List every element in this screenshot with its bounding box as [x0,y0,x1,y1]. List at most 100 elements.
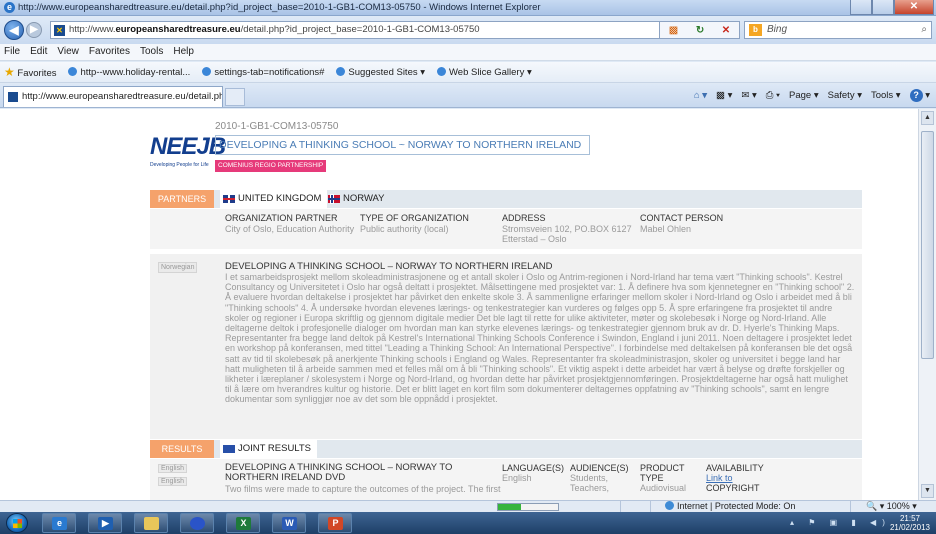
word-icon: W [282,517,297,530]
product-type-header: TYPE [640,473,664,483]
rss-feed-icon[interactable]: ▩ [669,25,678,36]
language-column: LANGUAGE(S) English [502,463,564,483]
language-badge[interactable]: English [158,464,187,473]
refresh-icon[interactable]: ↻ [696,25,704,36]
tray-icons[interactable]: ▴ ⚑ ▣ ▮ ◀) [790,518,891,527]
window-title: http://www.europeansharedtreasure.eu/det… [18,2,541,13]
start-button[interactable] [6,513,28,533]
contact-column: CONTACT PERSON Mabel Ohlen [640,213,723,234]
url-prefix: http://www. [69,24,116,35]
language-badge[interactable]: Norwegian [158,262,198,273]
window-controls: ✕ [850,0,934,15]
page-menu[interactable]: Page ▾ [789,88,819,104]
clock-date: 21/02/2013 [889,523,930,532]
clock[interactable]: 21:57 21/02/2013 [890,514,930,532]
site-favicon-icon: ✕ [54,25,65,36]
tab-joint-results[interactable]: JOINT RESULTS [220,440,318,458]
browser-tab[interactable]: http://www.europeansharedtreasure.eu/det… [3,86,223,107]
scroll-down-arrow-icon[interactable]: ▼ [921,484,934,498]
result-link[interactable]: Link to [706,473,733,483]
favorites-button[interactable]: ★ Favorites [4,65,56,79]
powerpoint-icon: P [328,517,343,530]
availability-header: AVAILABILITY [706,463,764,473]
org-value: City of Oslo, Education Authority [225,224,355,234]
zoom-control[interactable]: 🔍 ▾ 100% ▾ [866,501,917,512]
menu-file[interactable]: File [4,44,20,60]
taskbar-media-button[interactable]: ▶ [88,513,122,533]
system-tray: ▴ ⚑ ▣ ▮ ◀) 21:57 21/02/2013 [790,514,930,532]
tab-label: http://www.europeansharedtreasure.eu/det… [22,91,223,102]
close-window-button[interactable]: ✕ [894,0,934,15]
contact-value: Mabel Ohlen [640,224,692,234]
help-menu[interactable]: ? ▾ [909,88,930,104]
favorites-label: Favorites [17,68,57,79]
tab-bar: http://www.europeansharedtreasure.eu/det… [0,84,936,108]
window-title-bar: e http://www.europeansharedtreasure.eu/d… [0,0,936,16]
scroll-up-arrow-icon[interactable]: ▲ [921,111,934,125]
command-bar: ⌂ ▾ ▩ ▾ ✉ ▾ ⎙ ▾ Page ▾ Safety ▾ Tools ▾ … [694,88,930,104]
partners-label: PARTNERS [150,190,214,208]
page-icon [437,66,447,76]
back-button[interactable]: ◀ [4,20,24,40]
project-id: 2010-1-GB1-COM13-05750 [215,121,339,132]
home-icon[interactable]: ⌂ ▾ [694,88,707,104]
search-input[interactable]: b Bing ⌕ [744,21,932,39]
mail-icon[interactable]: ✉ ▾ [741,88,756,104]
taskbar-word-button[interactable]: W [272,513,306,533]
product-header: PRODUCT [640,463,685,473]
search-placeholder: Bing [767,24,788,35]
menu-favorites[interactable]: Favorites [89,44,130,60]
menu-tools[interactable]: Tools [140,44,163,60]
address-input[interactable]: ✕ http://www.europeansharedtreasure.eu/d… [50,21,660,39]
partner-info: ORGANIZATION PARTNER City of Oslo, Educa… [150,209,862,249]
taskbar-excel-button[interactable]: X [226,513,260,533]
norway-flag-icon [328,195,340,203]
page-icon [336,66,346,76]
taskbar-ie-button[interactable]: e [42,513,76,533]
address-tools: ▩ ↻ ✕ [660,21,740,39]
results-bar: RESULTS JOINT RESULTS [150,440,862,458]
favorite-link-label: settings-tab=notifications# [214,66,325,78]
taskbar-powerpoint-button[interactable]: P [318,513,352,533]
security-zone-label: Internet | Protected Mode: On [677,501,796,511]
tools-menu[interactable]: Tools ▾ [871,88,901,104]
favorite-link-holiday[interactable]: http--www.holiday-rental... [68,66,190,78]
favorite-web-slice-gallery[interactable]: Web Slice Gallery ▾ [437,66,532,78]
result-title[interactable]: DEVELOPING A THINKING SCHOOL – NORWAY TO… [225,463,485,483]
scroll-thumb[interactable] [921,131,934,359]
forward-button[interactable]: ▶ [26,22,42,38]
menu-help[interactable]: Help [173,44,194,60]
media-player-icon: ▶ [98,517,113,530]
favorite-link-settings[interactable]: settings-tab=notifications# [202,66,325,78]
bing-logo-icon: b [749,24,762,36]
availability-column: AVAILABILITY Link to COPYRIGHT [706,463,764,493]
print-icon[interactable]: ⎙ ▾ [766,88,780,104]
org-column: ORGANIZATION PARTNER City of Oslo, Educa… [225,213,354,234]
new-tab-button[interactable] [225,88,245,106]
language-badge[interactable]: English [158,477,187,486]
tab-united-kingdom[interactable]: UNITED KINGDOM [220,190,328,208]
stop-icon[interactable]: ✕ [722,25,730,36]
taskbar-app-button[interactable] [180,513,214,533]
minimize-button[interactable] [850,0,872,15]
zoom-level: 100% [886,501,910,511]
product-column: PRODUCT TYPE Audiovisual [640,463,686,493]
security-zone[interactable]: Internet | Protected Mode: On [665,501,795,512]
taskbar-explorer-button[interactable] [134,513,168,533]
feeds-icon[interactable]: ▩ ▾ [716,88,732,104]
tab-norway[interactable]: NORWAY [325,190,385,208]
menu-edit[interactable]: Edit [30,44,47,60]
progress-fill [498,504,521,510]
search-icon[interactable]: ⌕ [921,22,927,38]
org-header: ORGANIZATION PARTNER [225,213,338,223]
safety-menu[interactable]: Safety ▾ [828,88,862,104]
maximize-button[interactable] [872,0,894,15]
favorite-suggested-sites[interactable]: Suggested Sites ▾ [336,66,425,78]
audience-header: AUDIENCE(S) [570,463,629,473]
logo-tagline: Developing People for Life [150,162,209,168]
vertical-scrollbar[interactable]: ▲ ▼ [918,109,936,500]
description-title: DEVELOPING A THINKING SCHOOL – NORWAY TO… [225,261,553,272]
address-header: ADDRESS [502,213,546,223]
menu-view[interactable]: View [57,44,79,60]
type-value: Public authority (local) [360,224,449,234]
